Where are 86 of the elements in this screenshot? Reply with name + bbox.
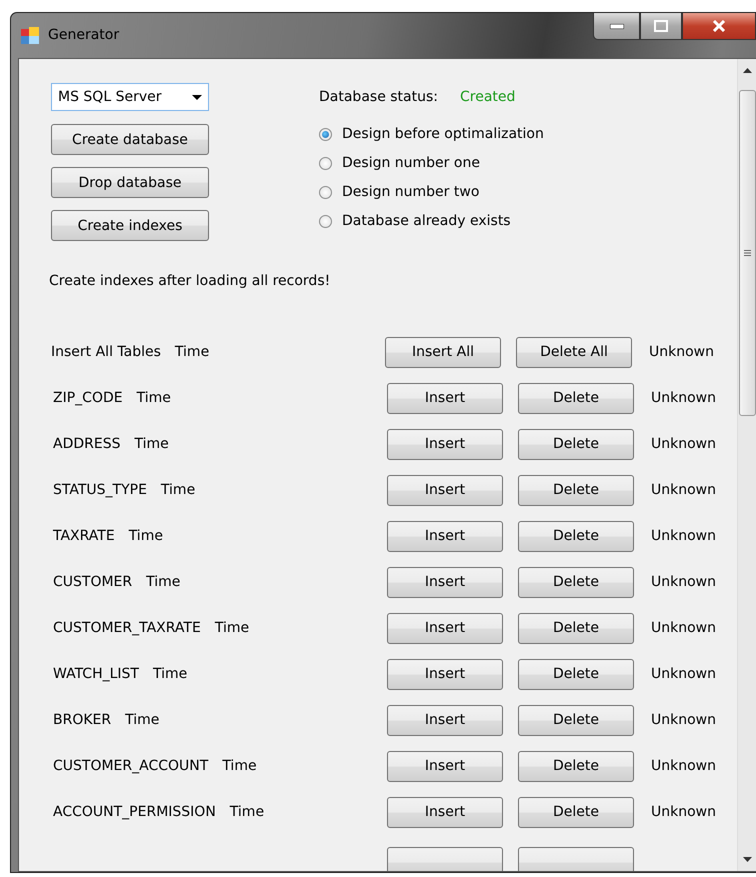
database-dropdown[interactable]: MS SQL Server — [51, 83, 209, 111]
time-label: Time — [174, 344, 210, 360]
insert-button[interactable]: Insert — [387, 750, 503, 782]
app-icon — [20, 26, 40, 46]
scrollbar[interactable] — [737, 59, 756, 871]
delete-button[interactable]: Delete — [518, 474, 634, 506]
delete-button[interactable]: Delete — [518, 520, 634, 552]
status-label: Database status: — [319, 89, 438, 105]
insert-button[interactable]: Insert — [387, 520, 503, 552]
radio-label[interactable]: Design number two — [342, 184, 480, 200]
table-name: STATUS_TYPE — [53, 482, 147, 498]
radio-button[interactable] — [319, 156, 332, 170]
table-name: Insert All Tables — [51, 344, 161, 360]
table-name: CUSTOMER_TAXRATE — [53, 620, 201, 636]
result-label: Unknown — [651, 804, 716, 820]
result-label: Unknown — [651, 436, 716, 452]
delete-button[interactable]: Delete All — [516, 336, 632, 368]
delete-button[interactable]: Delete — [518, 704, 634, 736]
hint-text: Create indexes after loading all records! — [49, 273, 332, 289]
radio-button[interactable] — [319, 186, 332, 198]
result-label: Unknown — [651, 712, 716, 728]
window-title: Generator — [48, 27, 120, 43]
delete-button[interactable] — [518, 847, 634, 871]
insert-button[interactable]: Insert — [387, 566, 503, 598]
insert-button[interactable]: Insert — [387, 704, 503, 736]
insert-button[interactable]: Insert — [387, 382, 503, 414]
table-name: TAXRATE — [53, 528, 115, 544]
delete-button[interactable]: Delete — [518, 750, 634, 782]
caret-icon — [192, 94, 202, 100]
minimize-button[interactable] — [593, 13, 640, 40]
time-label: Time — [214, 620, 250, 636]
result-label: Unknown — [651, 528, 716, 544]
radio-button[interactable] — [319, 128, 332, 140]
result-label: Unknown — [651, 666, 716, 682]
table-name: ADDRESS — [53, 436, 120, 452]
result-label: Unknown — [649, 344, 714, 360]
table-name: CUSTOMER — [53, 574, 132, 590]
delete-button[interactable]: Delete — [518, 566, 634, 598]
minimize-icon — [610, 24, 624, 28]
time-label: Time — [128, 528, 163, 544]
close-icon — [712, 20, 726, 32]
radio-label[interactable]: Design before optimalization — [342, 126, 544, 142]
result-label: Unknown — [651, 390, 716, 406]
radio-label[interactable]: Design number one — [342, 155, 480, 171]
radio-label[interactable]: Database already exists — [342, 213, 511, 229]
insert-button[interactable]: Insert — [387, 474, 503, 506]
insert-button[interactable]: Insert — [387, 612, 503, 644]
insert-button[interactable]: Insert — [387, 796, 503, 828]
delete-button[interactable]: Delete — [518, 612, 634, 644]
table-name: ZIP_CODE — [53, 390, 123, 406]
insert-button[interactable]: Insert — [387, 428, 503, 460]
delete-button[interactable]: Delete — [518, 658, 634, 690]
grip-icon — [744, 250, 750, 256]
table-name: ACCOUNT_PERMISSION — [53, 804, 216, 820]
table-name: CUSTOMER_ACCOUNT — [53, 758, 208, 774]
action-button[interactable]: Drop database — [51, 167, 209, 198]
scroll-down-icon[interactable] — [742, 857, 752, 862]
insert-button[interactable]: Insert All — [385, 336, 501, 368]
radio-button[interactable] — [319, 214, 332, 228]
result-label: Unknown — [651, 620, 716, 636]
result-label: Unknown — [651, 482, 716, 498]
action-button[interactable]: Create indexes — [51, 210, 209, 241]
scroll-up-icon[interactable] — [742, 68, 752, 73]
table-name: BROKER — [53, 712, 112, 728]
time-label: Time — [136, 390, 171, 406]
result-label: Unknown — [651, 574, 716, 590]
time-label: Time — [125, 712, 160, 728]
close-button[interactable] — [682, 13, 756, 40]
time-label: Time — [160, 482, 196, 498]
delete-button[interactable]: Delete — [518, 428, 634, 460]
maximize-button[interactable] — [640, 13, 682, 40]
time-label: Time — [230, 804, 264, 820]
insert-button[interactable] — [387, 847, 503, 871]
action-button[interactable]: Create database — [51, 124, 209, 155]
delete-button[interactable]: Delete — [518, 796, 634, 828]
scroll-thumb[interactable] — [738, 90, 756, 416]
time-label: Time — [222, 758, 257, 774]
result-label: Unknown — [651, 758, 716, 774]
status-value: Created — [460, 89, 516, 105]
maximize-icon — [654, 20, 668, 32]
delete-button[interactable]: Delete — [518, 382, 634, 414]
time-label: Time — [152, 666, 188, 682]
table-name: WATCH_LIST — [53, 666, 139, 682]
insert-button[interactable]: Insert — [387, 658, 503, 690]
time-label: Time — [146, 574, 180, 590]
time-label: Time — [134, 436, 169, 452]
